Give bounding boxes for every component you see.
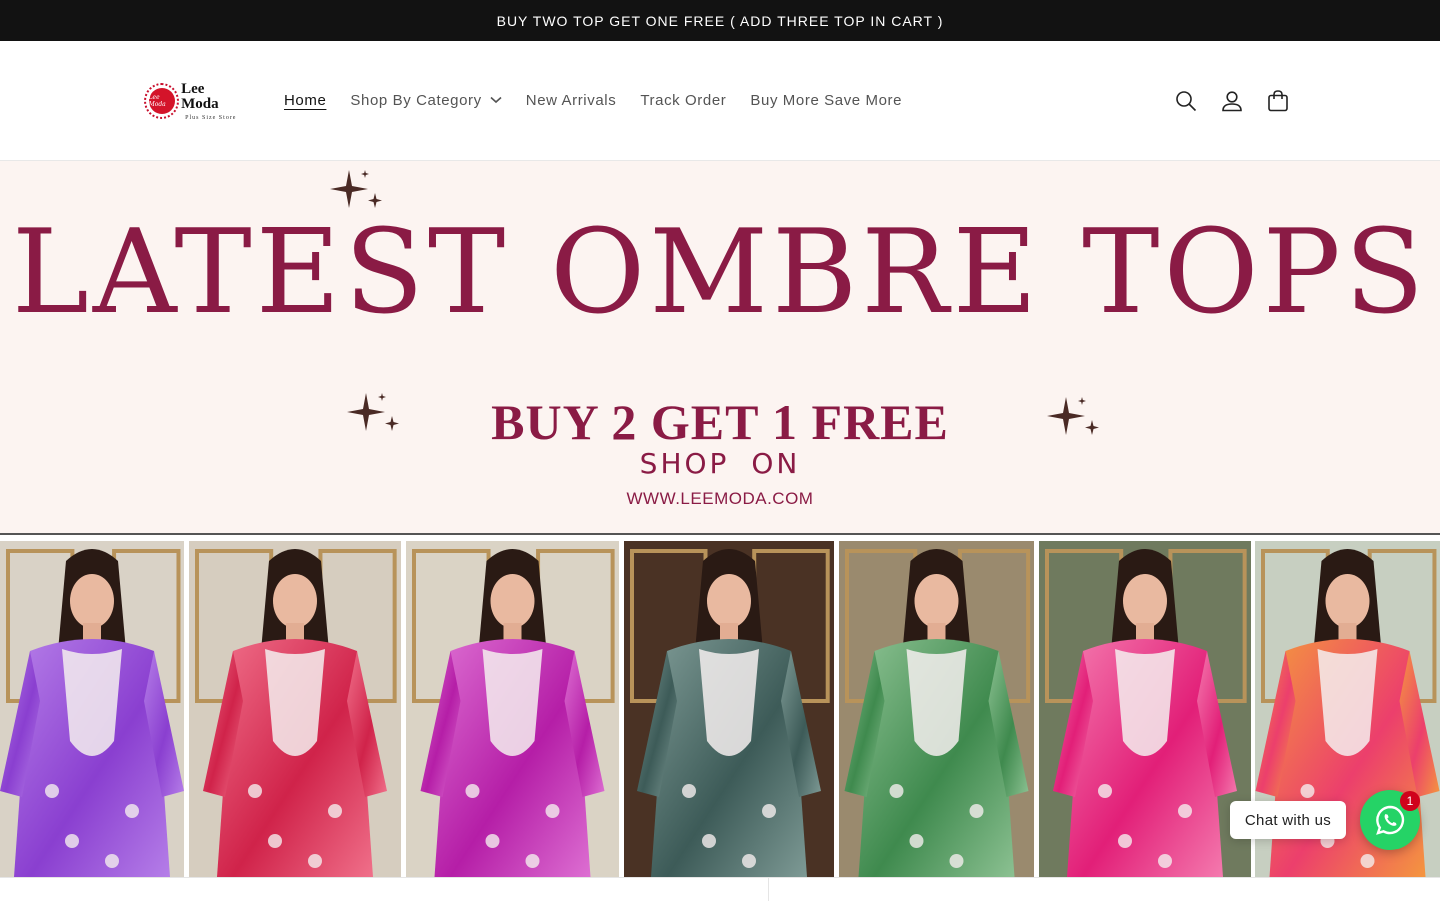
- nav-item-home[interactable]: Home: [272, 92, 338, 109]
- product-photo: [189, 541, 401, 877]
- product-photo: [839, 541, 1034, 877]
- account-icon: [1222, 91, 1242, 112]
- logo-name: Lee Moda: [181, 80, 219, 112]
- chevron-down-icon: [490, 96, 502, 104]
- product-photo: [624, 541, 834, 877]
- hero-shop-text: SHOP ON: [639, 447, 801, 480]
- cart-button[interactable]: [1256, 83, 1300, 119]
- product-image-collage[interactable]: [0, 537, 1440, 877]
- account-button[interactable]: [1210, 83, 1254, 119]
- whatsapp-icon: [1376, 805, 1405, 835]
- nav-item-new-arrivals[interactable]: New Arrivals: [514, 92, 629, 109]
- hero-title: LATEST OMBRE TOPS: [11, 205, 1429, 340]
- nav-item-new-arrivals-label: New Arrivals: [525, 91, 617, 109]
- model-illustration: [1039, 541, 1251, 877]
- model-illustration: [624, 541, 834, 877]
- notification-badge: 1: [1400, 791, 1420, 811]
- nav-item-shop-by-category-label: Shop By Category: [350, 91, 482, 109]
- chat-label[interactable]: Chat with us: [1230, 801, 1346, 839]
- slider-controls: [0, 877, 1440, 901]
- product-photo: [406, 541, 619, 877]
- model-illustration: [839, 541, 1034, 877]
- search-icon: [1176, 91, 1197, 112]
- logo-mark-text: Lee Moda: [148, 88, 175, 114]
- model-illustration: [0, 541, 184, 877]
- logo[interactable]: Lee Moda Lee Moda Plus Size Store: [144, 81, 244, 121]
- model-illustration: [406, 541, 619, 877]
- product-photo: [1039, 541, 1251, 877]
- announcement-bar: BUY TWO TOP GET ONE FREE ( ADD THREE TOP…: [0, 0, 1440, 41]
- divider: [768, 878, 769, 901]
- hero-banner[interactable]: LATEST OMBRE TOPS BUY 2 GET 1 FREE SHOP …: [0, 161, 1440, 535]
- search-button[interactable]: [1164, 83, 1208, 119]
- nav-item-shop-by-category[interactable]: Shop By Category: [338, 92, 513, 109]
- hero-url: WWW.LEEMODA.COM: [626, 489, 814, 508]
- nav-item-track-order[interactable]: Track Order: [628, 92, 738, 109]
- nav-item-home-label: Home: [284, 91, 327, 109]
- main-nav: Home Shop By Category New Arrivals Track…: [272, 85, 914, 115]
- hero-offer: BUY 2 GET 1 FREE: [491, 394, 949, 450]
- nav-item-buy-more-save-more-label: Buy More Save More: [750, 91, 903, 109]
- site-header: Lee Moda Lee Moda Plus Size Store Home S…: [0, 41, 1440, 161]
- nav-item-track-order-label: Track Order: [640, 91, 727, 109]
- logo-tagline: Plus Size Store: [185, 114, 237, 121]
- product-photo: [0, 541, 184, 877]
- announcement-text: BUY TWO TOP GET ONE FREE ( ADD THREE TOP…: [496, 12, 944, 29]
- cart-icon: [1268, 90, 1288, 112]
- header-icons: [1164, 83, 1302, 119]
- model-illustration: [189, 541, 401, 877]
- logo-mark: Lee Moda: [144, 83, 180, 119]
- chat-label-text: Chat with us: [1244, 811, 1332, 829]
- nav-item-buy-more-save-more[interactable]: Buy More Save More: [738, 92, 914, 109]
